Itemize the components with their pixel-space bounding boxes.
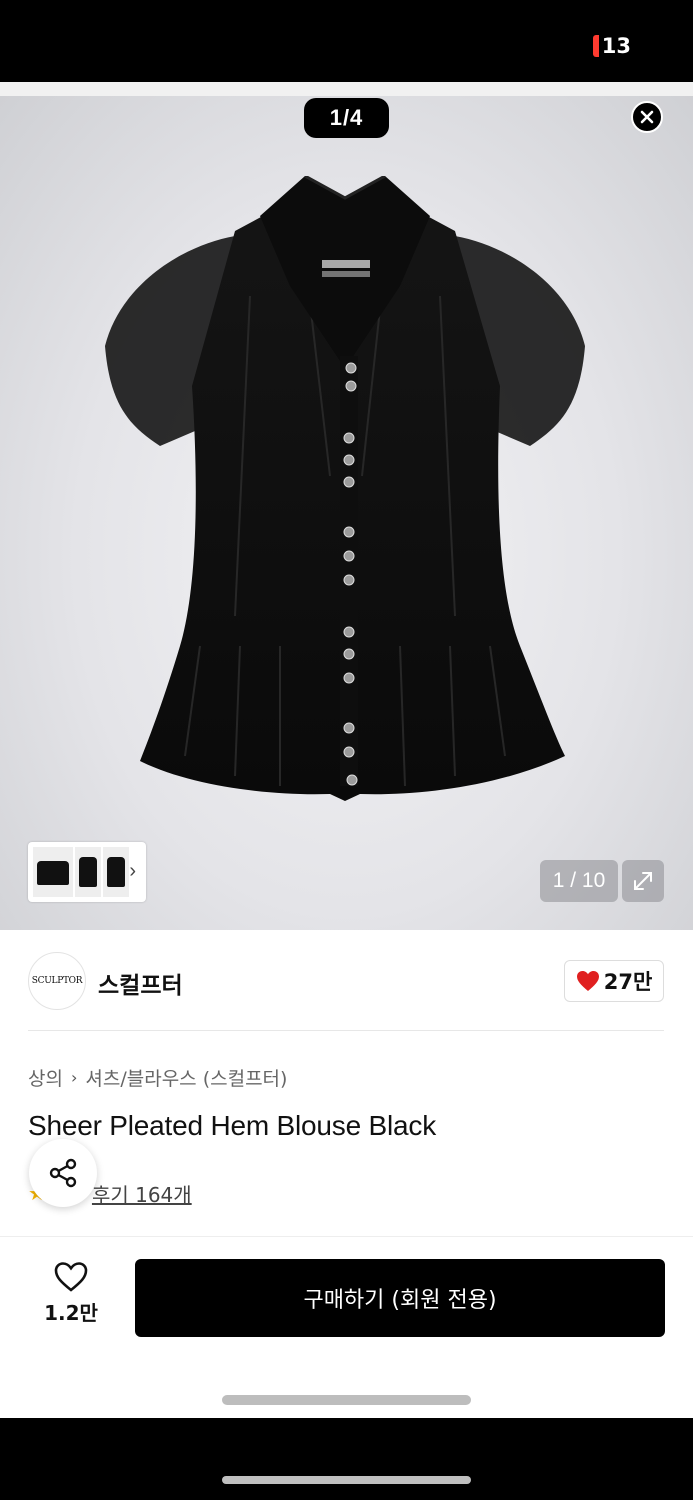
breadcrumb-category[interactable]: 상의	[28, 1064, 63, 1091]
thumbnail-strip[interactable]: ›	[28, 842, 146, 902]
bottom-action-bar: 1.2만 구매하기 (회원 전용)	[0, 1236, 693, 1418]
home-indicator[interactable]	[222, 1476, 471, 1484]
brand-like-button[interactable]: 27만	[564, 960, 664, 1002]
battery-low-icon	[592, 35, 599, 57]
brand-name[interactable]: 스컬프터	[98, 966, 183, 1000]
product-image	[105, 176, 585, 801]
chevron-right-icon: ›	[129, 860, 136, 882]
battery-level: 13	[601, 34, 631, 58]
brand-logo[interactable]: SCULPTOR	[28, 952, 86, 1010]
buy-button[interactable]: 구매하기 (회원 전용)	[135, 1259, 665, 1337]
expand-button[interactable]	[622, 860, 664, 902]
page-indicator: 1/4	[304, 98, 389, 138]
status-bar: 13	[0, 0, 693, 82]
review-link[interactable]: 후기 164개	[92, 1179, 192, 1208]
thumbnail-image[interactable]	[75, 847, 101, 897]
product-screen: 1/4 › 1 / 10 SCULPTOR 스컬프터 27만 상의 › 셔츠/블…	[0, 82, 693, 1418]
chevron-right-icon: ›	[70, 1068, 78, 1087]
battery-indicator: 13	[592, 34, 631, 58]
thumbnail-image[interactable]	[103, 847, 129, 897]
product-title: Sheer Pleated Hem Blouse Black	[28, 1110, 436, 1141]
share-button[interactable]	[29, 1139, 97, 1207]
close-button[interactable]	[631, 101, 663, 133]
brand-row: SCULPTOR 스컬프터 27만	[28, 952, 664, 1010]
share-icon	[49, 1158, 77, 1188]
sheet-handle[interactable]	[222, 1395, 471, 1405]
divider	[28, 1030, 664, 1031]
heart-filled-icon	[576, 971, 599, 991]
brand-like-count: 27만	[603, 970, 653, 994]
close-icon	[640, 110, 654, 124]
thumbnail-image[interactable]	[33, 847, 73, 897]
sheet-top-edge	[0, 82, 693, 96]
expand-icon	[634, 872, 652, 890]
product-image-gallery[interactable]: 1/4 › 1 / 10	[0, 96, 693, 930]
wishlist-count: 1.2만	[44, 1301, 98, 1325]
heart-outline-icon	[54, 1262, 88, 1292]
breadcrumb-subcategory[interactable]: 셔츠/블라우스 (스컬프터)	[85, 1064, 287, 1091]
breadcrumb: 상의 › 셔츠/블라우스 (스컬프터)	[28, 1064, 287, 1091]
wishlist-button[interactable]: 1.2만	[30, 1261, 112, 1341]
image-counter: 1 / 10	[540, 860, 618, 902]
